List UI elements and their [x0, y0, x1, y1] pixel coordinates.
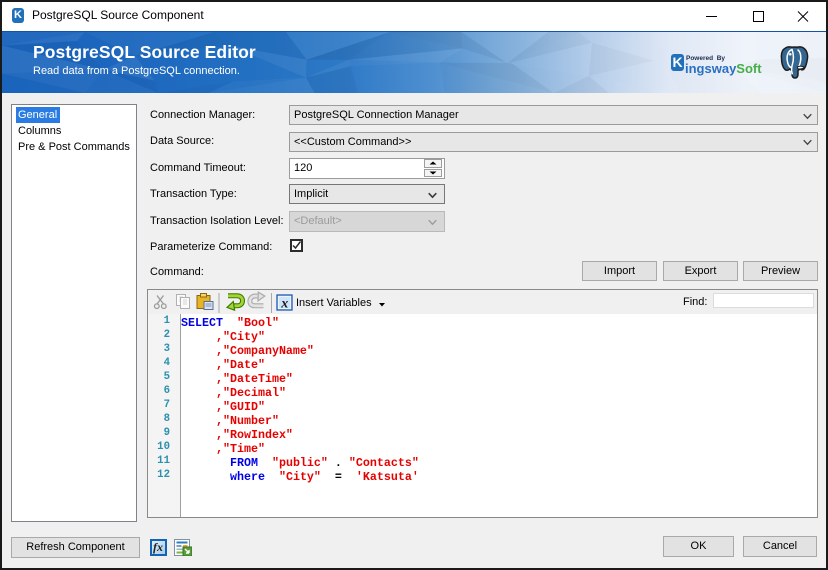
svg-text:x: x — [280, 297, 288, 312]
